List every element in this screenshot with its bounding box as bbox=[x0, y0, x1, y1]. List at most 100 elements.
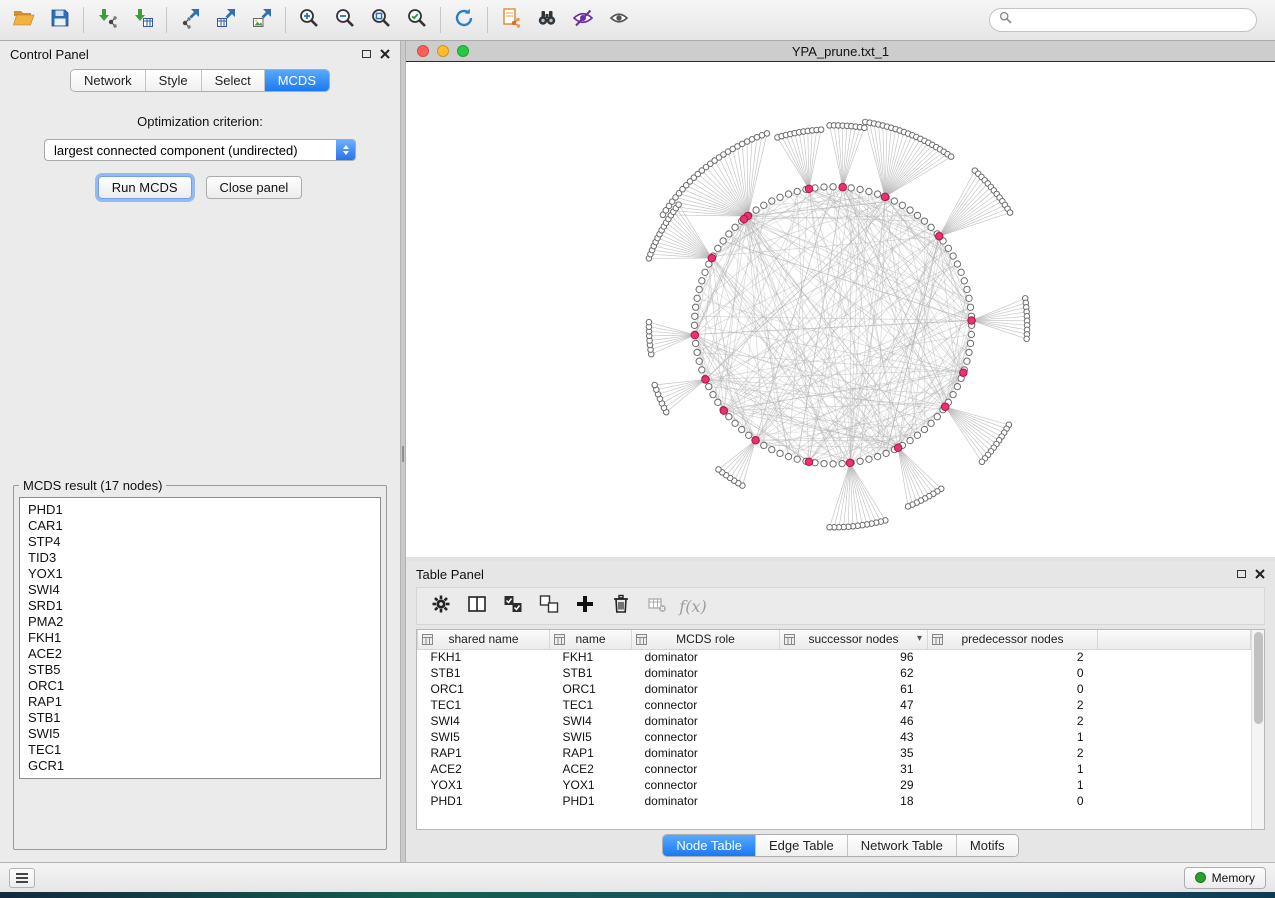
table-cell[interactable]: RAP1 bbox=[550, 745, 632, 761]
mcds-result-list[interactable]: PHD1CAR1STP4TID3YOX1SWI4SRD1PMA2FKH1ACE2… bbox=[19, 497, 381, 779]
table-row[interactable]: SWI5SWI5connector431 bbox=[418, 729, 1251, 745]
table-cell[interactable]: connector bbox=[632, 697, 780, 713]
zoom-in-button[interactable] bbox=[291, 4, 327, 36]
open-file-button[interactable] bbox=[6, 4, 42, 36]
network-window-titlebar[interactable]: YPA_prune.txt_1 bbox=[406, 41, 1275, 61]
table-cell[interactable]: 0 bbox=[928, 793, 1098, 809]
run-mcds-button[interactable]: Run MCDS bbox=[98, 176, 192, 199]
status-menu-button[interactable] bbox=[9, 868, 35, 888]
table-row[interactable]: YOX1YOX1connector291 bbox=[418, 777, 1251, 793]
table-cell[interactable]: dominator bbox=[632, 681, 780, 697]
table-row[interactable]: SWI4SWI4dominator462 bbox=[418, 713, 1251, 729]
table-tab-edge-table[interactable]: Edge Table bbox=[756, 835, 848, 856]
table-cell[interactable]: 47 bbox=[780, 697, 928, 713]
table-row[interactable]: STB1STB1dominator620 bbox=[418, 665, 1251, 681]
clone-network-button[interactable] bbox=[493, 4, 529, 36]
mcds-result-item[interactable]: ACE2 bbox=[28, 646, 372, 662]
column-header-successor-nodes[interactable]: successor nodes▾ bbox=[780, 630, 928, 649]
table-row[interactable]: FKH1FKH1dominator962 bbox=[418, 649, 1251, 665]
tab-select[interactable]: Select bbox=[202, 70, 265, 91]
export-image-button[interactable] bbox=[244, 4, 280, 36]
table-cell[interactable]: TEC1 bbox=[418, 697, 550, 713]
delete-column-button[interactable] bbox=[605, 591, 637, 621]
mcds-result-item[interactable]: PHD1 bbox=[28, 502, 372, 518]
import-table-button[interactable] bbox=[125, 4, 161, 36]
table-row[interactable]: ACE2ACE2connector311 bbox=[418, 761, 1251, 777]
tab-mcds[interactable]: MCDS bbox=[265, 70, 329, 91]
float-panel-icon[interactable] bbox=[1237, 570, 1246, 578]
table-cell[interactable]: 1 bbox=[928, 761, 1098, 777]
table-cell[interactable]: SWI4 bbox=[550, 713, 632, 729]
memory-button[interactable]: Memory bbox=[1184, 867, 1266, 889]
column-header-shared-name[interactable]: shared name bbox=[418, 630, 550, 649]
table-cell[interactable]: FKH1 bbox=[418, 649, 550, 665]
table-cell[interactable]: 2 bbox=[928, 649, 1098, 665]
table-cell[interactable]: SWI5 bbox=[550, 729, 632, 745]
table-cell[interactable]: dominator bbox=[632, 793, 780, 809]
table-cell[interactable]: SWI5 bbox=[418, 729, 550, 745]
add-column-button[interactable] bbox=[569, 591, 601, 621]
table-cell[interactable]: 35 bbox=[780, 745, 928, 761]
table-cell[interactable]: dominator bbox=[632, 665, 780, 681]
column-header-predecessor-nodes[interactable]: predecessor nodes bbox=[928, 630, 1098, 649]
mcds-result-item[interactable]: ORC1 bbox=[28, 678, 372, 694]
export-table-button[interactable] bbox=[208, 4, 244, 36]
close-panel-icon[interactable] bbox=[1255, 567, 1265, 582]
zoom-out-button[interactable] bbox=[327, 4, 363, 36]
table-cell[interactable]: 18 bbox=[780, 793, 928, 809]
table-cell[interactable]: FKH1 bbox=[550, 649, 632, 665]
apply-layout-button[interactable] bbox=[446, 4, 482, 36]
split-panel-button[interactable] bbox=[461, 591, 493, 621]
column-header-MCDS-role[interactable]: MCDS role bbox=[632, 630, 780, 649]
table-cell[interactable]: ORC1 bbox=[418, 681, 550, 697]
tab-style[interactable]: Style bbox=[146, 70, 202, 91]
table-cell[interactable]: 29 bbox=[780, 777, 928, 793]
close-panel-icon[interactable] bbox=[380, 47, 390, 62]
table-cell[interactable]: 62 bbox=[780, 665, 928, 681]
deselect-all-button[interactable] bbox=[533, 591, 565, 621]
table-cell[interactable]: 1 bbox=[928, 777, 1098, 793]
window-close-button[interactable] bbox=[417, 45, 429, 57]
mcds-result-item[interactable]: TEC1 bbox=[28, 742, 372, 758]
table-cell[interactable]: YOX1 bbox=[550, 777, 632, 793]
search-box[interactable] bbox=[989, 8, 1257, 32]
network-graph[interactable] bbox=[406, 62, 1275, 557]
mcds-result-item[interactable]: STP4 bbox=[28, 534, 372, 550]
table-row[interactable]: ORC1ORC1dominator610 bbox=[418, 681, 1251, 697]
import-network-button[interactable] bbox=[89, 4, 125, 36]
table-cell[interactable]: connector bbox=[632, 729, 780, 745]
mcds-result-item[interactable]: RAP1 bbox=[28, 694, 372, 710]
select-all-button[interactable] bbox=[497, 591, 529, 621]
tab-network[interactable]: Network bbox=[71, 70, 146, 91]
table-cell[interactable]: RAP1 bbox=[418, 745, 550, 761]
table-cell[interactable]: SWI4 bbox=[418, 713, 550, 729]
table-cell[interactable]: PHD1 bbox=[418, 793, 550, 809]
mcds-result-item[interactable]: SWI4 bbox=[28, 582, 372, 598]
search-input[interactable] bbox=[1018, 13, 1247, 28]
table-cell[interactable]: YOX1 bbox=[418, 777, 550, 793]
table-cell[interactable]: ACE2 bbox=[550, 761, 632, 777]
table-settings-button[interactable] bbox=[425, 591, 457, 621]
show-all-button[interactable] bbox=[601, 4, 637, 36]
table-row[interactable]: RAP1RAP1dominator352 bbox=[418, 745, 1251, 761]
node-table[interactable]: shared namenameMCDS rolesuccessor nodes▾… bbox=[417, 630, 1251, 809]
table-cell[interactable]: 96 bbox=[780, 649, 928, 665]
table-cell[interactable]: dominator bbox=[632, 713, 780, 729]
mcds-result-item[interactable]: FKH1 bbox=[28, 630, 372, 646]
float-panel-icon[interactable] bbox=[362, 50, 371, 58]
table-cell[interactable]: 2 bbox=[928, 713, 1098, 729]
table-row[interactable]: PHD1PHD1dominator180 bbox=[418, 793, 1251, 809]
table-scrollbar-thumb[interactable] bbox=[1254, 632, 1263, 724]
table-cell[interactable]: 43 bbox=[780, 729, 928, 745]
table-cell[interactable]: connector bbox=[632, 761, 780, 777]
table-cell[interactable]: 31 bbox=[780, 761, 928, 777]
table-cell[interactable]: dominator bbox=[632, 649, 780, 665]
network-canvas[interactable] bbox=[406, 61, 1275, 557]
table-tab-node-table[interactable]: Node Table bbox=[663, 835, 756, 856]
table-cell[interactable]: 46 bbox=[780, 713, 928, 729]
first-neighbors-button[interactable] bbox=[529, 4, 565, 36]
window-zoom-button[interactable] bbox=[457, 45, 469, 57]
table-cell[interactable]: 1 bbox=[928, 729, 1098, 745]
export-network-button[interactable] bbox=[172, 4, 208, 36]
criterion-dropdown[interactable]: largest connected component (undirected) bbox=[44, 139, 356, 161]
